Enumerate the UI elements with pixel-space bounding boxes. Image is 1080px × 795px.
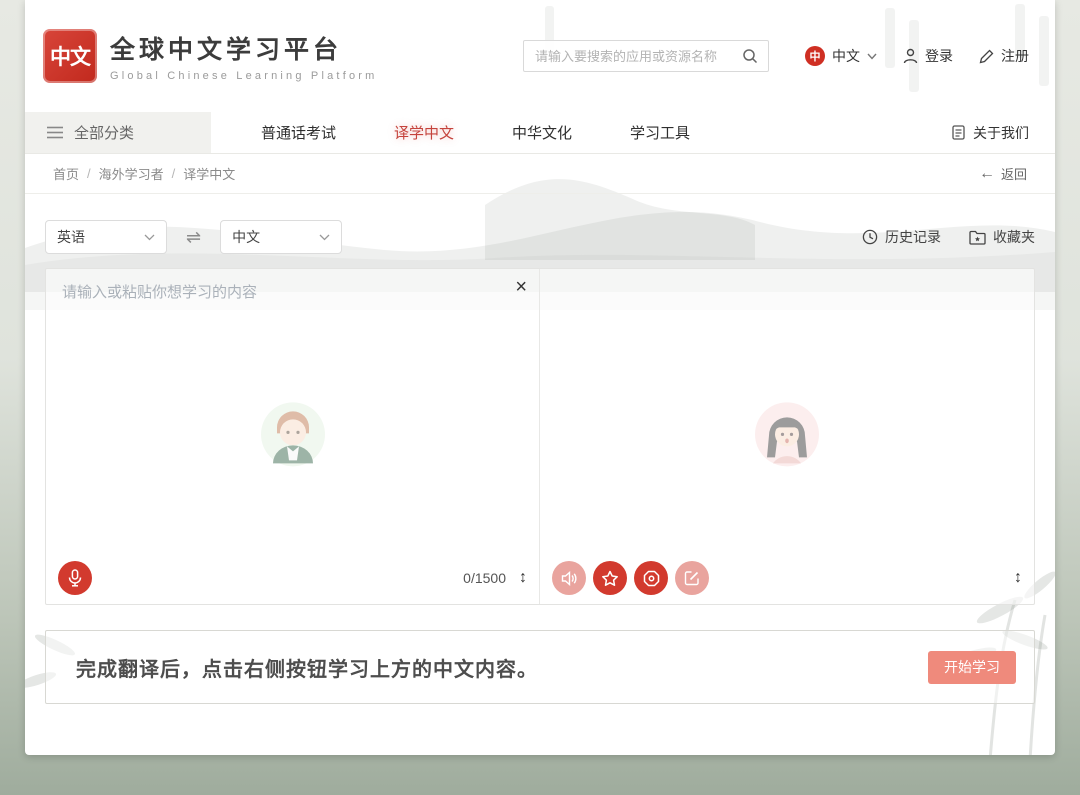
header: 中文 全球中文学习平台 Global Chinese Learning Plat… [25, 0, 1055, 112]
hamburger-icon [47, 126, 63, 139]
nav-item-putonghua-exam[interactable]: 普通话考试 [261, 122, 336, 143]
page-card: 中文 全球中文学习平台 Global Chinese Learning Plat… [25, 0, 1055, 755]
logo-seal-icon[interactable]: 中文 [43, 29, 97, 83]
all-categories-button[interactable]: 全部分类 [25, 112, 211, 153]
expand-icon[interactable]: ↕ [1014, 569, 1022, 587]
all-categories-label: 全部分类 [74, 125, 135, 142]
header-actions: 中 中文 登录 注册 [805, 46, 1029, 66]
girl-avatar [755, 401, 819, 466]
history-label: 历史记录 [885, 229, 941, 245]
document-icon [952, 125, 965, 140]
target-language-value: 中文 [232, 229, 261, 245]
source-language-value: 英语 [57, 229, 85, 245]
search-box [523, 40, 769, 72]
chinese-learning-platform-page: { "header": { "logo_seal_text": "中文", "l… [0, 0, 1080, 795]
source-panel-toolbar: 0/1500 ↕ [46, 552, 539, 604]
language-switcher[interactable]: 中 中文 [805, 46, 877, 66]
register-label: 注册 [1001, 48, 1029, 64]
back-button[interactable]: ← 返回 [979, 164, 1027, 183]
result-panel: ↕ [540, 269, 1034, 604]
search-icon[interactable] [740, 46, 760, 66]
nav-item-chinese-culture[interactable]: 中华文化 [512, 122, 572, 143]
logo-text: 全球中文学习平台 Global Chinese Learning Platfor… [110, 30, 378, 82]
chevron-down-icon [144, 234, 155, 240]
user-icon [903, 48, 918, 64]
expand-icon[interactable]: ↕ [519, 569, 527, 587]
about-us-link[interactable]: 关于我们 [952, 112, 1029, 153]
folder-star-icon [969, 230, 986, 245]
swap-languages-icon[interactable]: ⇌ [186, 228, 201, 246]
main-nav: 全部分类 普通话考试 译学中文 中华文化 学习工具 关于我们 [25, 112, 1055, 154]
chevron-down-icon [867, 53, 877, 60]
breadcrumb-separator: / [87, 166, 91, 181]
nav-item-yixue-chinese[interactable]: 译学中文 [394, 122, 454, 143]
back-label: 返回 [1000, 167, 1027, 182]
breadcrumb-home[interactable]: 首页 [53, 164, 79, 183]
nav-item-learning-tools[interactable]: 学习工具 [630, 122, 690, 143]
favorites-button[interactable]: 收藏夹 [969, 227, 1035, 247]
source-language-select[interactable]: 英语 [45, 220, 167, 254]
clock-icon [862, 229, 878, 245]
toolbar-right: 历史记录 收藏夹 [862, 227, 1035, 247]
star-icon[interactable] [593, 561, 627, 595]
chevron-down-icon [319, 234, 330, 240]
breadcrumb-current: 译学中文 [183, 167, 236, 182]
login-button[interactable]: 登录 [903, 46, 953, 66]
char-counter: 0/1500 [463, 570, 506, 586]
history-button[interactable]: 历史记录 [862, 227, 941, 247]
edit-icon[interactable] [675, 561, 709, 595]
translation-panels: × 0/1500 ↕ [45, 268, 1035, 605]
nav-items: 普通话考试 译学中文 中华文化 学习工具 [261, 112, 690, 153]
microphone-icon[interactable] [58, 561, 92, 595]
result-panel-toolbar: ↕ [540, 552, 1034, 604]
instruction-text: 完成翻译后，点击右侧按钮学习上方的中文内容。 [76, 658, 538, 681]
breadcrumb-overseas-learner[interactable]: 海外学习者 [99, 164, 164, 183]
translator-content: 英语 ⇌ 中文 历史记录 收藏夹 请输入或粘贴你想学习的内容 × 0/1500 … [25, 220, 1055, 704]
about-us-label: 关于我们 [973, 124, 1029, 141]
instruction-bar: 完成翻译后，点击右侧按钮学习上方的中文内容。 开始学习 [45, 630, 1035, 704]
source-panel: × 0/1500 ↕ [46, 269, 540, 604]
source-text-input[interactable] [62, 281, 497, 506]
language-badge-icon: 中 [805, 46, 825, 66]
site-title: 全球中文学习平台 [110, 36, 343, 64]
login-label: 登录 [925, 48, 953, 64]
breadcrumb: 首页 / 海外学习者 / 译学中文 ← 返回 [25, 154, 1055, 194]
site-subtitle: Global Chinese Learning Platform [110, 70, 378, 82]
speaker-icon[interactable] [552, 561, 586, 595]
target-language-select[interactable]: 中文 [220, 220, 343, 254]
language-label: 中文 [832, 48, 860, 64]
close-icon[interactable]: × [515, 277, 527, 297]
back-arrow-icon: ← [978, 164, 995, 182]
register-button[interactable]: 注册 [979, 46, 1029, 66]
favorites-label: 收藏夹 [993, 229, 1035, 245]
breadcrumb-separator: / [171, 166, 176, 181]
pen-icon [979, 49, 994, 63]
seal-badge-icon[interactable] [634, 561, 668, 595]
search-input[interactable] [535, 48, 740, 64]
start-learning-button[interactable]: 开始学习 [928, 650, 1016, 684]
language-toolbar: 英语 ⇌ 中文 历史记录 收藏夹 [45, 220, 1035, 254]
